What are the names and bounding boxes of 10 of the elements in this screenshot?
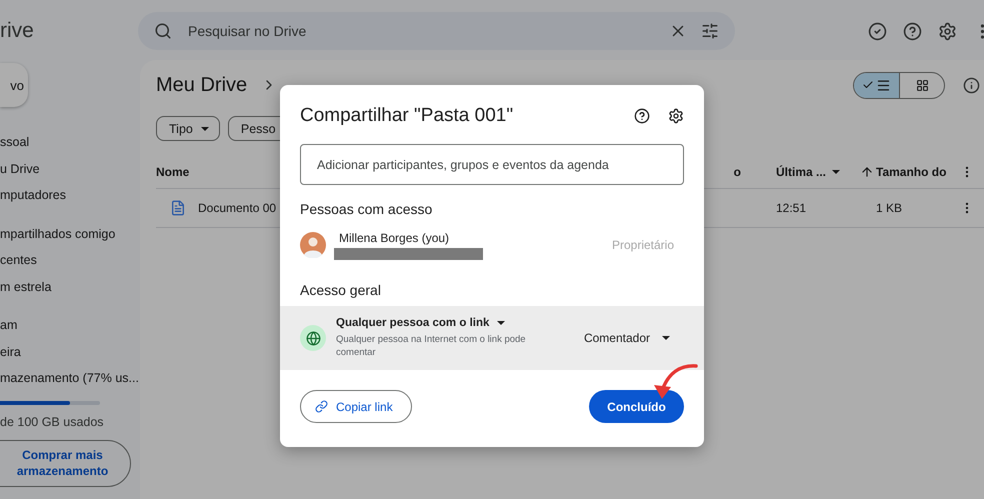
app-title: rive [0, 19, 35, 43]
person-role: Proprietário [612, 238, 675, 252]
section-heading: Acesso geral [299, 282, 382, 298]
section-heading: Pessoas com acesso [299, 201, 434, 217]
storage-usage: de 100 GB usados [0, 414, 105, 428]
person-name: Millena Borges (you) [338, 230, 450, 244]
table-cell-text: 1 KB [876, 201, 904, 215]
dialog-title: Compartilhar "Pasta 001" [300, 105, 514, 127]
access-description: Qualquer pessoa na Internet com o link pode comentar [336, 332, 527, 360]
table-cell-text: 12:51 [775, 201, 808, 215]
